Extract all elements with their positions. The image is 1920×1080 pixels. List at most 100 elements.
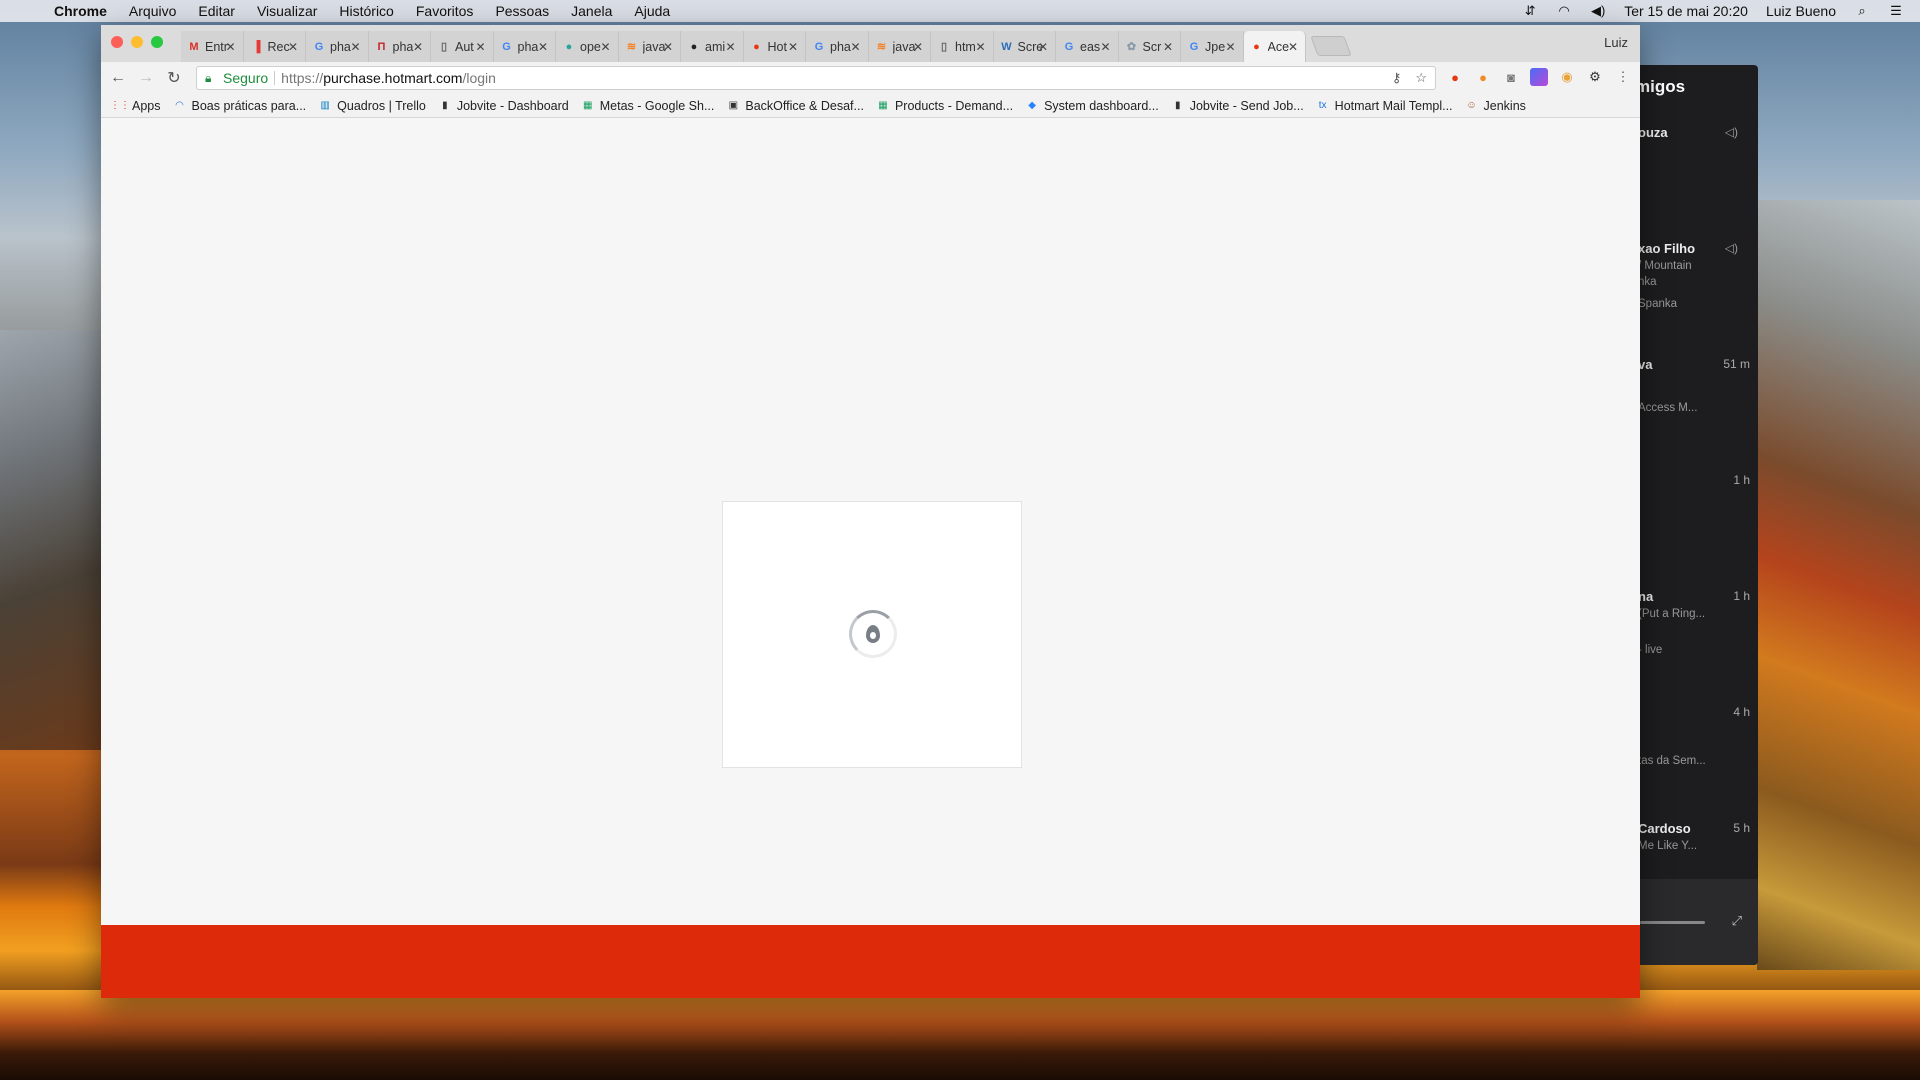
menu-arquivo[interactable]: Arquivo [129, 3, 176, 19]
menu-historico[interactable]: Histórico [339, 3, 393, 19]
tab[interactable]: ● ami ✕ [681, 31, 744, 62]
friend-entry[interactable]: xao Filho / Mountain nka Spanka ◁) [1638, 241, 1750, 310]
zoom-window-button[interactable] [151, 36, 163, 48]
menu-editar[interactable]: Editar [198, 3, 235, 19]
reload-button[interactable]: ↻ [163, 67, 185, 89]
red-doc-icon: ▐ [252, 40, 261, 53]
close-tab-icon[interactable]: ✕ [225, 40, 235, 54]
close-tab-icon[interactable]: ✕ [1225, 40, 1235, 54]
playback-progress-bar[interactable] [1640, 921, 1705, 924]
bookmark-star-icon[interactable]: ☆ [1415, 70, 1427, 86]
hotmart-extension-icon[interactable]: ● [1446, 68, 1464, 86]
menu-favoritos[interactable]: Favoritos [416, 3, 474, 19]
close-tab-icon[interactable]: ✕ [350, 40, 360, 54]
bookmark-item[interactable]: ▦ Metas - Google Sh... [581, 99, 714, 113]
menu-janela[interactable]: Janela [571, 3, 612, 19]
tab[interactable]: M Entr ✕ [181, 31, 244, 62]
w3-icon: W [1001, 40, 1012, 53]
color-extension-icon[interactable] [1530, 68, 1548, 86]
bookmark-item[interactable]: ⋮⋮ Apps [110, 98, 161, 113]
close-tab-icon[interactable]: ✕ [663, 40, 673, 54]
spotlight-search-icon[interactable]: ⌕ [1854, 3, 1870, 18]
tab[interactable]: W Scre ✕ [993, 31, 1056, 62]
close-tab-icon[interactable]: ✕ [725, 40, 735, 54]
close-tab-icon[interactable]: ✕ [1163, 40, 1173, 54]
bookmark-label: Jobvite - Dashboard [456, 98, 569, 113]
tab[interactable]: Gpha ✕ [306, 31, 369, 62]
camera-extension-icon[interactable]: ◙ [1502, 68, 1520, 86]
expand-icon[interactable]: ⤢ [1732, 913, 1742, 929]
friend-entry[interactable]: Cardoso Me Like Y... 5 h [1638, 821, 1750, 852]
close-tab-icon[interactable]: ✕ [975, 40, 985, 54]
menu-app-name[interactable]: Chrome [54, 3, 107, 19]
close-tab-icon[interactable]: ✕ [475, 40, 485, 54]
flame-extension-icon[interactable]: ● [1474, 68, 1492, 86]
bookmark-item[interactable]: ☺ Jenkins [1465, 99, 1526, 113]
close-tab-icon[interactable]: ✕ [850, 40, 860, 54]
bookmark-item[interactable]: ▥ Quadros | Trello [318, 99, 425, 113]
close-tab-icon[interactable]: ✕ [913, 40, 923, 54]
notification-center-icon[interactable]: ☰ [1888, 3, 1904, 18]
url-host: purchase.hotmart.com [323, 70, 463, 86]
cookie-extension-icon[interactable]: ◉ [1558, 68, 1576, 86]
jobvite-icon: ▮ [1174, 100, 1181, 111]
tab[interactable]: G Jpe ✕ [1181, 31, 1244, 62]
back-button[interactable]: ← [107, 67, 129, 89]
tab[interactable]: ▐ Rec ✕ [243, 31, 306, 62]
friend-entry[interactable]: tas da Sem... 4 h [1638, 705, 1750, 767]
track-context: Access M... [1638, 402, 1698, 414]
tab[interactable]: ▯ Aut ✕ [431, 31, 494, 62]
bookmark-item[interactable]: ◠ Boas práticas para... [173, 99, 306, 113]
address-bar[interactable]: 🔒︎ Seguro https://purchase.hotmart.com/l… [196, 66, 1436, 90]
key-icon[interactable]: ⚷ [1392, 70, 1402, 86]
tab[interactable]: ● ope ✕ [556, 31, 619, 62]
friend-entry[interactable]: ouza ◁) [1638, 125, 1750, 140]
close-tab-icon[interactable]: ✕ [538, 40, 548, 54]
tab-active[interactable]: ● Ace ✕ [1243, 31, 1306, 62]
tab[interactable]: Gpha ✕ [493, 31, 556, 62]
bookmark-item[interactable]: ▦ Products - Demand... [876, 99, 1013, 113]
bookmark-item[interactable]: tx Hotmart Mail Templ... [1316, 99, 1453, 113]
page-icon: ▯ [940, 41, 948, 53]
tab[interactable]: ≋ java ✕ [618, 31, 681, 62]
bookmark-item[interactable]: ◆ System dashboard... [1025, 99, 1159, 113]
chrome-menu-icon[interactable]: ⋮ [1614, 68, 1632, 86]
new-tab-button[interactable] [1310, 36, 1352, 56]
close-tab-icon[interactable]: ✕ [288, 40, 298, 54]
close-tab-icon[interactable]: ✕ [1038, 40, 1048, 54]
puzzle-icon: ✿ [1126, 41, 1137, 53]
gear-extension-icon[interactable]: ⚙ [1586, 68, 1604, 86]
menubar-user[interactable]: Luiz Bueno [1766, 3, 1836, 19]
bookmark-item[interactable]: ▮ Jobvite - Dashboard [438, 99, 569, 113]
network-activity-icon[interactable]: ⇵ [1522, 3, 1538, 18]
minimize-window-button[interactable] [131, 36, 143, 48]
friend-entry[interactable]: na (Put a Ring... - live 1 h [1638, 589, 1750, 656]
menu-visualizar[interactable]: Visualizar [257, 3, 317, 19]
bookmark-item[interactable]: ▣ BackOffice & Desaf... [726, 99, 864, 113]
close-tab-icon[interactable]: ✕ [1100, 40, 1110, 54]
tab[interactable]: ● Hot ✕ [743, 31, 806, 62]
forward-button[interactable]: → [135, 67, 157, 89]
lock-icon[interactable]: 🔒︎ [205, 71, 221, 86]
tab[interactable]: Gpha ✕ [806, 31, 869, 62]
volume-icon[interactable]: ◀) [1590, 3, 1606, 18]
close-tab-icon[interactable]: ✕ [413, 40, 423, 54]
menu-pessoas[interactable]: Pessoas [495, 3, 549, 19]
menu-ajuda[interactable]: Ajuda [634, 3, 670, 19]
jira-icon: ◆ [1028, 100, 1036, 111]
bookmark-label: Apps [132, 98, 161, 113]
tab[interactable]: Пpha ✕ [368, 31, 431, 62]
menubar-datetime[interactable]: Ter 15 de mai 20:20 [1624, 3, 1748, 19]
bookmark-item[interactable]: ▮ Jobvite - Send Job... [1171, 99, 1304, 113]
wifi-icon[interactable]: ◠ [1556, 3, 1572, 18]
close-tab-icon[interactable]: ✕ [600, 40, 610, 54]
close-tab-icon[interactable]: ✕ [1288, 40, 1298, 54]
tab[interactable]: Geas ✕ [1056, 31, 1119, 62]
profile-button[interactable]: Luiz [1604, 35, 1628, 50]
tab[interactable]: ≋ java ✕ [868, 31, 931, 62]
close-window-button[interactable] [111, 36, 123, 48]
tab[interactable]: ▯ htm ✕ [931, 31, 994, 62]
close-tab-icon[interactable]: ✕ [788, 40, 798, 54]
friend-entry[interactable]: va Access M... 51 m [1638, 357, 1750, 414]
tab[interactable]: ✿ Scr ✕ [1118, 31, 1181, 62]
